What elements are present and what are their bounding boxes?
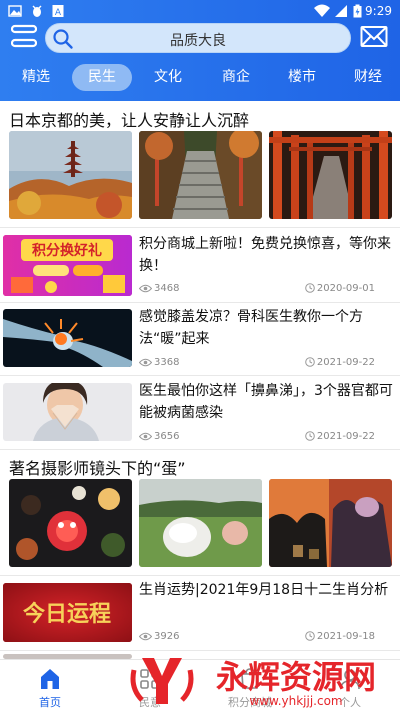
publish-date: 2021-09-18 [305, 631, 375, 642]
publish-date: 2021-09-22 [305, 357, 375, 368]
clock-icon [305, 431, 315, 441]
watermark-url: www.yhkjjj.com [249, 694, 342, 708]
divider [0, 227, 400, 228]
eye-icon [138, 284, 153, 293]
view-count: 3656 [138, 431, 179, 442]
nav-home[interactable]: 首页 [0, 660, 100, 711]
publish-date: 2020-09-01 [305, 283, 375, 294]
tab-wenhua[interactable]: 文化 [142, 64, 194, 91]
view-count: 3926 [138, 631, 179, 642]
search-row: 品质大良 [0, 22, 400, 54]
text-a-icon: A [52, 5, 64, 18]
mail-icon[interactable] [360, 24, 388, 50]
tab-caijing[interactable]: 财经 [342, 64, 394, 91]
view-count: 3468 [138, 283, 179, 294]
signal-icon [335, 5, 347, 17]
points-mall-thumbnail[interactable]: 积分换好礼 [3, 235, 132, 296]
gallery-icon [8, 5, 22, 17]
status-time: 9:29 [365, 4, 392, 18]
eye-icon [138, 432, 153, 441]
nav-home-label: 首页 [39, 696, 61, 709]
tab-loushi[interactable]: 楼市 [276, 64, 328, 91]
eye-icon [138, 358, 153, 367]
search-text: 品质大良 [170, 33, 226, 49]
horoscope-thumbnail[interactable]: 今日运程 [3, 583, 132, 642]
status-bar: A 9:29 [0, 0, 400, 22]
kyoto-stairs-image[interactable] [139, 131, 262, 219]
section-title-kyoto[interactable]: 日本京都的美，让人安静让人沉醉 [9, 107, 249, 131]
tab-jingxuan[interactable]: 精选 [10, 64, 62, 91]
clock-icon [305, 283, 315, 293]
divider [0, 575, 400, 576]
article-title[interactable]: 医生最怕你这样「擤鼻涕」，3个器官都可能被病菌感染 [139, 380, 393, 424]
article-meta: 3368 2021-09-22 [138, 357, 393, 371]
bug-icon [32, 5, 42, 17]
article-title[interactable]: 积分商城上新啦！免费兑换惊喜，等你来换！ [139, 233, 393, 277]
article-title[interactable]: 生肖运势|2021年9月18日十二生肖分析 [139, 579, 393, 601]
egg-dishes-image[interactable] [9, 479, 132, 567]
view-count: 3368 [138, 357, 179, 368]
article-meta: 3468 2020-09-01 [138, 283, 393, 297]
horoscope-thumb-text: 今日运程 [23, 601, 111, 627]
article-meta: 3656 2021-09-22 [138, 431, 393, 445]
search-input[interactable]: 品质大良 [45, 23, 351, 53]
article-meta: 3926 2021-09-18 [138, 631, 393, 645]
divider [0, 449, 400, 450]
battery-icon [353, 4, 362, 18]
kyoto-pagoda-image[interactable] [9, 131, 132, 219]
category-tabs: 精选 民生 文化 商企 楼市 财经 [0, 60, 400, 94]
kyoto-torii-image[interactable] [269, 131, 392, 219]
section-title-eggs[interactable]: 著名摄影师镜头下的“蛋” [9, 455, 186, 479]
app-header: A 9:29 品质大良 精选 民生 文化 商企 楼市 财经 [0, 0, 400, 101]
tab-shangqi[interactable]: 商企 [210, 64, 262, 91]
watermark-logo: 永辉资源网 www.yhkjjj.com [130, 658, 376, 708]
watermark-text: 永辉资源网 [216, 658, 376, 696]
divider [0, 302, 400, 303]
knee-xray-thumbnail[interactable] [3, 309, 132, 367]
menu-icon[interactable] [11, 24, 37, 50]
tab-minsheng[interactable]: 民生 [72, 64, 132, 91]
clock-icon [305, 631, 315, 641]
publish-date: 2021-09-22 [305, 431, 375, 442]
divider [0, 375, 400, 376]
points-mall-thumb-text: 积分换好礼 [32, 242, 102, 259]
wifi-icon [314, 4, 330, 17]
clock-icon [305, 357, 315, 367]
home-icon [41, 669, 59, 689]
eggs-crowd-image[interactable] [269, 479, 392, 567]
eye-icon [138, 632, 153, 641]
svg-text:A: A [55, 8, 62, 18]
giant-eggs-image[interactable] [139, 479, 262, 567]
blowing-nose-thumbnail[interactable] [3, 383, 132, 441]
article-title[interactable]: 感觉膝盖发凉？骨科医生教你一个方法“暖”起来 [139, 306, 393, 350]
